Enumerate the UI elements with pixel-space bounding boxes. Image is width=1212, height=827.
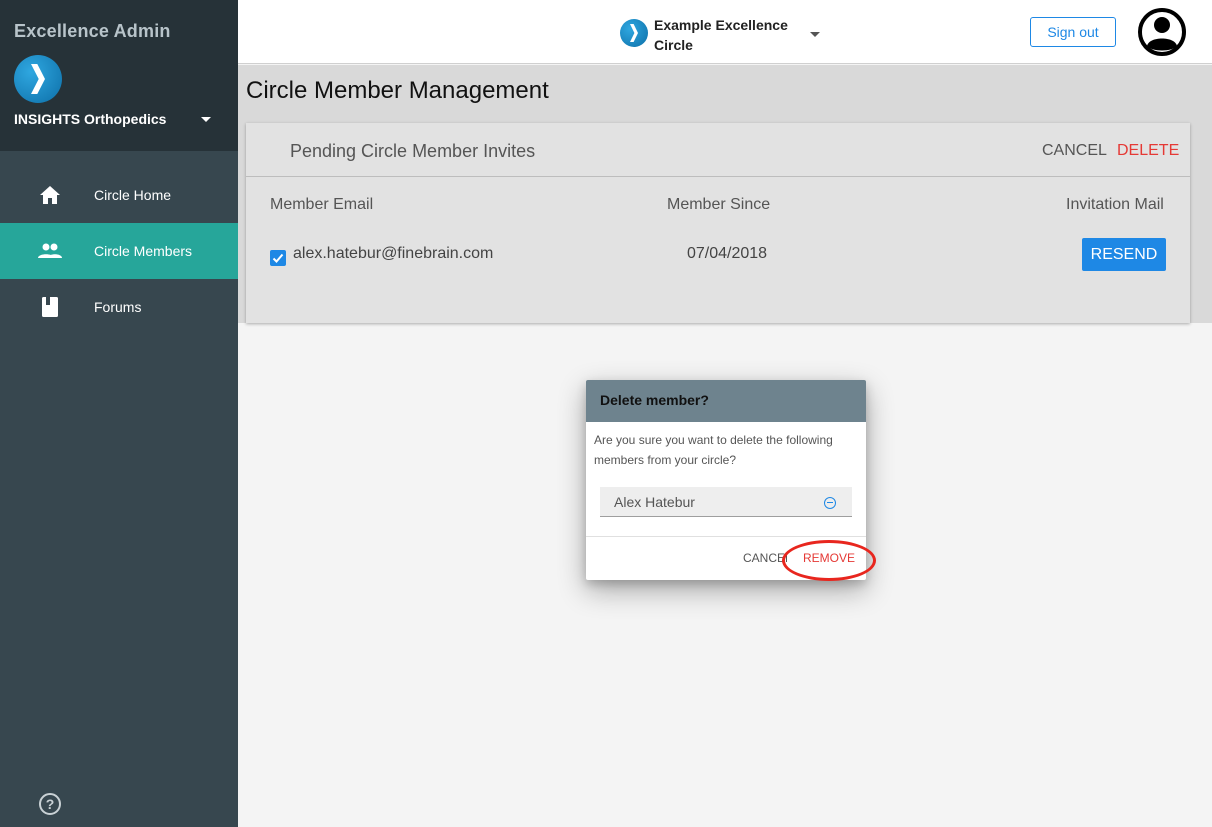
top-header: Example Excellence Circle Sign out xyxy=(238,0,1212,64)
dialog-title: Delete member? xyxy=(586,380,866,422)
org-dropdown-caret-icon[interactable] xyxy=(201,117,211,122)
resend-button[interactable]: RESEND xyxy=(1082,238,1166,271)
row-checkbox[interactable] xyxy=(270,250,286,266)
app-title: Excellence Admin xyxy=(14,21,171,41)
sidebar-item-forums[interactable]: Forums xyxy=(0,279,238,335)
sidebar-item-label: Circle Home xyxy=(94,187,172,203)
org-logo-icon xyxy=(14,55,62,103)
sidebar-item-label: Circle Members xyxy=(94,243,193,259)
card-cancel-button[interactable]: CANCEL xyxy=(1042,142,1107,160)
people-icon xyxy=(38,239,62,263)
card-header: Pending Circle Member Invites CANCEL DEL… xyxy=(246,123,1190,177)
help-icon[interactable]: ? xyxy=(39,793,61,815)
column-header-member-email: Member Email xyxy=(270,196,374,213)
remove-circle-icon[interactable] xyxy=(824,497,836,509)
sidebar: Excellence Admin INSIGHTS Orthopedics Ci… xyxy=(0,0,238,827)
book-icon xyxy=(38,295,62,319)
sidebar-header: Excellence Admin INSIGHTS Orthopedics xyxy=(0,0,238,151)
dialog-message: Are you sure you want to delete the foll… xyxy=(594,433,833,467)
member-email-cell: alex.hatebur@finebrain.com xyxy=(293,245,494,262)
sidebar-item-label: Forums xyxy=(94,299,142,315)
dialog-member-name: Alex Hatebur xyxy=(614,494,695,510)
annotation-highlight-ring xyxy=(782,540,876,581)
home-icon xyxy=(38,183,62,207)
page-title: Circle Member Management xyxy=(246,77,549,104)
card-delete-button[interactable]: DELETE xyxy=(1117,142,1179,160)
column-header-member-since: Member Since xyxy=(667,196,771,213)
column-header-invitation-mail: Invitation Mail xyxy=(1066,196,1164,213)
sidebar-item-circle-members[interactable]: Circle Members xyxy=(0,223,238,279)
member-since-cell: 07/04/2018 xyxy=(687,245,768,262)
circle-dropdown-caret-icon[interactable] xyxy=(810,32,820,37)
dialog-member-item: Alex Hatebur xyxy=(600,487,852,517)
circle-logo-icon xyxy=(620,19,648,47)
org-selector-label[interactable]: INSIGHTS Orthopedics xyxy=(14,111,166,127)
dialog-cancel-button[interactable]: CANCEL xyxy=(743,551,787,565)
dialog-divider xyxy=(586,536,866,537)
pending-invites-card: Pending Circle Member Invites CANCEL DEL… xyxy=(246,123,1190,323)
sidebar-nav: Circle Home Circle Members Forums xyxy=(0,167,238,335)
account-icon[interactable] xyxy=(1138,8,1186,56)
sign-out-button[interactable]: Sign out xyxy=(1030,17,1116,47)
card-title: Pending Circle Member Invites xyxy=(290,141,536,161)
circle-selector-label[interactable]: Example Excellence Circle xyxy=(654,15,794,55)
sidebar-item-circle-home[interactable]: Circle Home xyxy=(0,167,238,223)
